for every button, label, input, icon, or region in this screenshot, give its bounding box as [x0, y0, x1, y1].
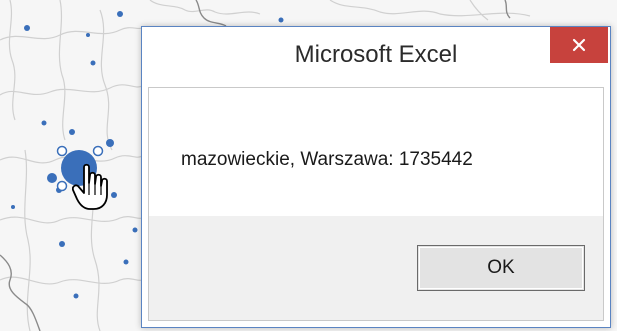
dialog-title: Microsoft Excel — [294, 41, 458, 68]
hand-pointer-icon — [71, 163, 112, 213]
close-icon — [572, 38, 586, 52]
dialog-message: mazowieckie, Warszawa: 1735442 — [181, 149, 473, 170]
dialog-titlebar[interactable]: Microsoft Excel — [142, 27, 610, 87]
ok-button[interactable]: OK — [417, 245, 585, 291]
message-area: mazowieckie, Warszawa: 1735442 — [149, 88, 603, 216]
dialog-body: mazowieckie, Warszawa: 1735442 OK — [148, 87, 604, 321]
close-button[interactable] — [550, 27, 608, 63]
message-box-dialog: Microsoft Excel mazowieckie, Warszawa: 1… — [141, 26, 611, 328]
